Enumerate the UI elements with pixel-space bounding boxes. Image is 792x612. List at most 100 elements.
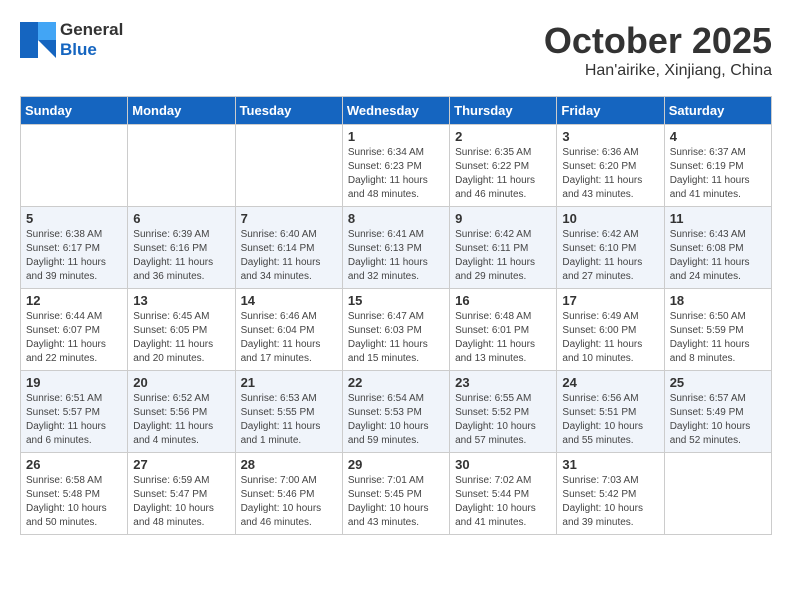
calendar-day-22: 22 Sunrise: 6:54 AM Sunset: 5:53 PM Dayli… — [342, 371, 449, 453]
calendar-week-row: 5 Sunrise: 6:38 AM Sunset: 6:17 PM Daylig… — [21, 207, 772, 289]
calendar-day-29: 29 Sunrise: 7:01 AM Sunset: 5:45 PM Dayli… — [342, 453, 449, 535]
day-number: 8 — [348, 211, 444, 226]
day-info: Sunrise: 6:42 AM Sunset: 6:11 PM Dayligh… — [455, 228, 551, 284]
day-number: 30 — [455, 457, 551, 472]
day-info: Sunrise: 6:37 AM Sunset: 6:19 PM Dayligh… — [670, 146, 766, 202]
calendar-day-3: 3 Sunrise: 6:36 AM Sunset: 6:20 PM Daylig… — [557, 125, 664, 207]
day-number: 29 — [348, 457, 444, 472]
day-info: Sunrise: 7:03 AM Sunset: 5:42 PM Dayligh… — [562, 474, 658, 530]
day-number: 15 — [348, 293, 444, 308]
day-number: 3 — [562, 129, 658, 144]
day-info: Sunrise: 6:54 AM Sunset: 5:53 PM Dayligh… — [348, 392, 444, 448]
calendar-day-7: 7 Sunrise: 6:40 AM Sunset: 6:14 PM Daylig… — [235, 207, 342, 289]
day-info: Sunrise: 6:35 AM Sunset: 6:22 PM Dayligh… — [455, 146, 551, 202]
weekday-header-thursday: Thursday — [450, 97, 557, 125]
day-number: 20 — [133, 375, 229, 390]
calendar-day-12: 12 Sunrise: 6:44 AM Sunset: 6:07 PM Dayli… — [21, 289, 128, 371]
title-area: October 2025 Han'airike, Xinjiang, China — [544, 20, 772, 80]
day-info: Sunrise: 6:56 AM Sunset: 5:51 PM Dayligh… — [562, 392, 658, 448]
day-number: 9 — [455, 211, 551, 226]
day-number: 25 — [670, 375, 766, 390]
day-number: 13 — [133, 293, 229, 308]
calendar-day-15: 15 Sunrise: 6:47 AM Sunset: 6:03 PM Dayli… — [342, 289, 449, 371]
day-info: Sunrise: 6:34 AM Sunset: 6:23 PM Dayligh… — [348, 146, 444, 202]
calendar-day-5: 5 Sunrise: 6:38 AM Sunset: 6:17 PM Daylig… — [21, 207, 128, 289]
day-info: Sunrise: 6:57 AM Sunset: 5:49 PM Dayligh… — [670, 392, 766, 448]
day-number: 24 — [562, 375, 658, 390]
calendar-week-row: 26 Sunrise: 6:58 AM Sunset: 5:48 PM Dayli… — [21, 453, 772, 535]
calendar-day-21: 21 Sunrise: 6:53 AM Sunset: 5:55 PM Dayli… — [235, 371, 342, 453]
day-info: Sunrise: 6:55 AM Sunset: 5:52 PM Dayligh… — [455, 392, 551, 448]
day-info: Sunrise: 6:51 AM Sunset: 5:57 PM Dayligh… — [26, 392, 122, 448]
logo-general: General — [60, 20, 123, 39]
logo-icon — [20, 22, 56, 58]
weekday-header-friday: Friday — [557, 97, 664, 125]
calendar-day-23: 23Sunrise: 6:55 AM Sunset: 5:52 PM Dayli… — [450, 371, 557, 453]
day-number: 7 — [241, 211, 337, 226]
logo-blue: Blue — [60, 40, 97, 59]
weekday-header-tuesday: Tuesday — [235, 97, 342, 125]
day-info: Sunrise: 6:38 AM Sunset: 6:17 PM Dayligh… — [26, 228, 122, 284]
day-number: 11 — [670, 211, 766, 226]
day-number: 14 — [241, 293, 337, 308]
day-info: Sunrise: 6:53 AM Sunset: 5:55 PM Dayligh… — [241, 392, 337, 448]
day-number: 22 — [348, 375, 444, 390]
logo-text: General Blue — [60, 20, 123, 60]
calendar-day-20: 20 Sunrise: 6:52 AM Sunset: 5:56 PM Dayli… — [128, 371, 235, 453]
day-info: Sunrise: 7:00 AM Sunset: 5:46 PM Dayligh… — [241, 474, 337, 530]
day-number: 18 — [670, 293, 766, 308]
day-number: 27 — [133, 457, 229, 472]
calendar-day-16: 16Sunrise: 6:48 AM Sunset: 6:01 PM Dayli… — [450, 289, 557, 371]
calendar-day-28: 28 Sunrise: 7:00 AM Sunset: 5:46 PM Dayli… — [235, 453, 342, 535]
day-number: 28 — [241, 457, 337, 472]
weekday-header-sunday: Sunday — [21, 97, 128, 125]
calendar-day-25: 25 Sunrise: 6:57 AM Sunset: 5:49 PM Dayli… — [664, 371, 771, 453]
day-info: Sunrise: 6:41 AM Sunset: 6:13 PM Dayligh… — [348, 228, 444, 284]
day-info: Sunrise: 6:59 AM Sunset: 5:47 PM Dayligh… — [133, 474, 229, 530]
day-info: Sunrise: 6:40 AM Sunset: 6:14 PM Dayligh… — [241, 228, 337, 284]
day-info: Sunrise: 7:01 AM Sunset: 5:45 PM Dayligh… — [348, 474, 444, 530]
calendar-day-30: 30 Sunrise: 7:02 AM Sunset: 5:44 PM Dayli… — [450, 453, 557, 535]
day-info: Sunrise: 6:58 AM Sunset: 5:48 PM Dayligh… — [26, 474, 122, 530]
calendar-day-11: 11Sunrise: 6:43 AM Sunset: 6:08 PM Dayli… — [664, 207, 771, 289]
weekday-header-wednesday: Wednesday — [342, 97, 449, 125]
day-info: Sunrise: 6:50 AM Sunset: 5:59 PM Dayligh… — [670, 310, 766, 366]
day-info: Sunrise: 6:46 AM Sunset: 6:04 PM Dayligh… — [241, 310, 337, 366]
day-info: Sunrise: 6:42 AM Sunset: 6:10 PM Dayligh… — [562, 228, 658, 284]
calendar-day-1: 1Sunrise: 6:34 AM Sunset: 6:23 PM Daylig… — [342, 125, 449, 207]
calendar-day-14: 14 Sunrise: 6:46 AM Sunset: 6:04 PM Dayli… — [235, 289, 342, 371]
day-info: Sunrise: 6:52 AM Sunset: 5:56 PM Dayligh… — [133, 392, 229, 448]
day-info: Sunrise: 6:45 AM Sunset: 6:05 PM Dayligh… — [133, 310, 229, 366]
empty-day — [128, 125, 235, 207]
day-info: Sunrise: 7:02 AM Sunset: 5:44 PM Dayligh… — [455, 474, 551, 530]
calendar-day-18: 18 Sunrise: 6:50 AM Sunset: 5:59 PM Dayli… — [664, 289, 771, 371]
calendar-day-10: 10Sunrise: 6:42 AM Sunset: 6:10 PM Dayli… — [557, 207, 664, 289]
day-number: 12 — [26, 293, 122, 308]
weekday-header-monday: Monday — [128, 97, 235, 125]
calendar-day-26: 26 Sunrise: 6:58 AM Sunset: 5:48 PM Dayli… — [21, 453, 128, 535]
day-number: 4 — [670, 129, 766, 144]
calendar-table: SundayMondayTuesdayWednesdayThursdayFrid… — [20, 96, 772, 535]
day-number: 2 — [455, 129, 551, 144]
calendar-day-31: 31 Sunrise: 7:03 AM Sunset: 5:42 PM Dayli… — [557, 453, 664, 535]
day-info: Sunrise: 6:47 AM Sunset: 6:03 PM Dayligh… — [348, 310, 444, 366]
day-number: 17 — [562, 293, 658, 308]
month-title: October 2025 — [544, 20, 772, 62]
calendar-day-19: 19Sunrise: 6:51 AM Sunset: 5:57 PM Dayli… — [21, 371, 128, 453]
empty-day — [21, 125, 128, 207]
day-info: Sunrise: 6:36 AM Sunset: 6:20 PM Dayligh… — [562, 146, 658, 202]
day-info: Sunrise: 6:49 AM Sunset: 6:00 PM Dayligh… — [562, 310, 658, 366]
empty-day — [235, 125, 342, 207]
day-number: 31 — [562, 457, 658, 472]
calendar-day-9: 9 Sunrise: 6:42 AM Sunset: 6:11 PM Daylig… — [450, 207, 557, 289]
day-info: Sunrise: 6:44 AM Sunset: 6:07 PM Dayligh… — [26, 310, 122, 366]
calendar-day-24: 24 Sunrise: 6:56 AM Sunset: 5:51 PM Dayli… — [557, 371, 664, 453]
calendar-day-27: 27 Sunrise: 6:59 AM Sunset: 5:47 PM Dayli… — [128, 453, 235, 535]
day-number: 5 — [26, 211, 122, 226]
weekday-header-row: SundayMondayTuesdayWednesdayThursdayFrid… — [21, 97, 772, 125]
calendar-day-8: 8 Sunrise: 6:41 AM Sunset: 6:13 PM Daylig… — [342, 207, 449, 289]
day-number: 26 — [26, 457, 122, 472]
day-number: 16 — [455, 293, 551, 308]
calendar-week-row: 12 Sunrise: 6:44 AM Sunset: 6:07 PM Dayli… — [21, 289, 772, 371]
day-number: 21 — [241, 375, 337, 390]
